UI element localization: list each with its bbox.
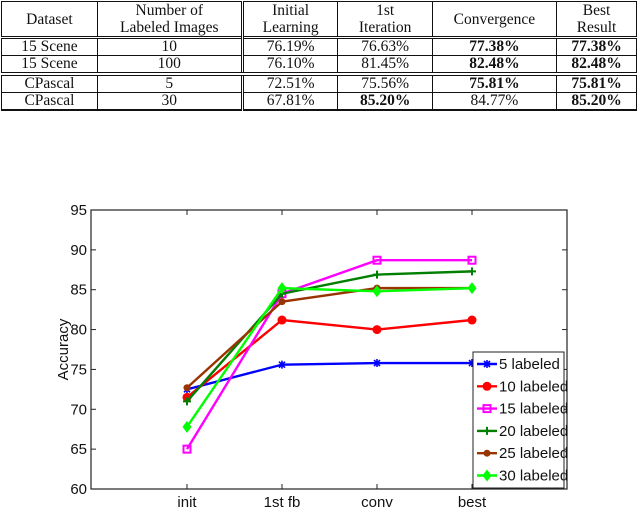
table-header-row: Dataset Number of Labeled Images Initial Lea… xyxy=(1,1,637,38)
header-text: Convergence xyxy=(453,10,536,28)
y-tick-label: 65 xyxy=(70,441,87,458)
y-tick-label: 70 xyxy=(70,401,87,418)
table-cell: 84.77% xyxy=(431,92,558,111)
table-cell: 75.81% xyxy=(431,72,558,93)
x-tick-label: 1st fb xyxy=(264,494,301,507)
table-cell: 77.38% xyxy=(431,36,558,56)
y-tick-label: 60 xyxy=(70,481,87,498)
table-cell: CPascal xyxy=(1,92,98,111)
table-cell: 75.56% xyxy=(337,72,433,93)
table-cell: 76.10% xyxy=(241,55,339,75)
legend-label: 25 labeled xyxy=(499,445,568,462)
table-header-cell: Convergence xyxy=(431,1,558,38)
y-tick-label: 90 xyxy=(70,242,87,259)
header-text: Dataset xyxy=(26,10,73,28)
table-cell: 76.19% xyxy=(241,36,339,56)
table-cell: 75.81% xyxy=(556,72,637,93)
header-text: 1st xyxy=(376,2,395,19)
y-tick-label: 95 xyxy=(70,202,87,219)
legend-label: 20 labeled xyxy=(499,423,568,440)
x-tick-label: init xyxy=(177,494,197,507)
data-point xyxy=(278,298,286,306)
header-text: Initial xyxy=(272,2,310,19)
table-row: 15 Scene 100 76.10% 81.45% 82.48% 82.48% xyxy=(1,55,637,75)
data-point xyxy=(277,315,287,325)
table-header-cell: Dataset xyxy=(1,1,98,38)
y-tick-label: 85 xyxy=(70,282,87,299)
table-cell: 82.48% xyxy=(556,55,637,75)
table-header-cell: Best Result xyxy=(556,1,637,38)
table-row: CPascal 30 67.81% 85.20% 84.77% 85.20% xyxy=(1,92,637,111)
data-point xyxy=(183,384,191,392)
table-cell: CPascal xyxy=(1,72,98,93)
table-header-cell: Number of Labeled Images xyxy=(96,1,244,38)
table-cell: 15 Scene xyxy=(1,36,98,56)
table-cell: 85.20% xyxy=(337,92,433,111)
y-tick-label: 80 xyxy=(70,322,87,339)
results-table: Dataset Number of Labeled Images Initial Lea… xyxy=(1,1,637,111)
table-cell: 81.45% xyxy=(337,55,433,75)
legend-marker xyxy=(482,381,492,391)
table-header-cell: 1st Iteration xyxy=(337,1,433,38)
table-cell: 30 xyxy=(96,92,244,111)
table-header-cell: Initial Learning xyxy=(241,1,339,38)
legend-label: 10 labeled xyxy=(499,378,568,395)
x-tick-label: best xyxy=(458,494,487,507)
legend-label: 5 labeled xyxy=(499,356,560,373)
header-text: Result xyxy=(576,19,617,36)
table-row: CPascal 5 72.51% 75.56% 75.81% 75.81% xyxy=(1,72,637,93)
x-tick-label: conv xyxy=(361,494,393,507)
header-text: Number of xyxy=(135,2,204,19)
accuracy-line-chart: 60 65 70 75 80 85 90 95 init 1st fb conv best Accura… xyxy=(55,202,568,507)
header-text: Best xyxy=(582,2,611,19)
header-text: Learning xyxy=(262,19,319,36)
y-axis-label: Accuracy xyxy=(55,318,72,380)
table-cell: 77.38% xyxy=(556,36,637,56)
table-cell: 10 xyxy=(96,36,244,56)
table-cell: 82.48% xyxy=(431,55,558,75)
legend-label: 15 labeled xyxy=(499,401,568,418)
table-cell: 72.51% xyxy=(241,72,339,93)
data-point xyxy=(467,315,477,325)
table-cell: 67.81% xyxy=(241,92,339,111)
table-cell: 85.20% xyxy=(556,92,637,111)
table-cell: 15 Scene xyxy=(1,55,98,75)
table-row: 15 Scene 10 76.19% 76.63% 77.38% 77.38% xyxy=(1,36,637,56)
y-tick-label: 75 xyxy=(70,361,87,378)
legend-marker xyxy=(483,449,491,457)
legend-label: 30 labeled xyxy=(499,468,568,485)
header-text: Labeled Images xyxy=(120,19,219,36)
table-cell: 5 xyxy=(96,72,244,93)
header-text: Iteration xyxy=(358,19,412,36)
table-cell: 76.63% xyxy=(337,36,433,56)
data-point xyxy=(372,325,382,335)
table-cell: 100 xyxy=(96,55,244,75)
